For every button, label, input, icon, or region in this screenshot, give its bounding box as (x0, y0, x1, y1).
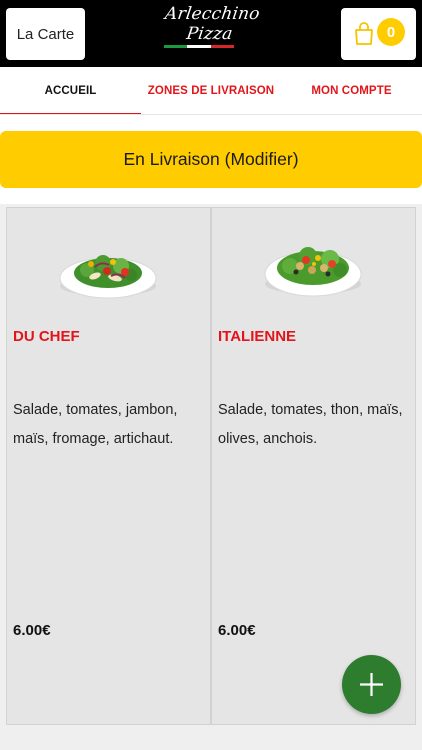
brand-logo: Arlecchino Pizza (150, 0, 272, 60)
tab-mon-compte[interactable]: MON COMPTE (281, 67, 422, 115)
salad-plate-icon (264, 247, 362, 297)
plus-icon (360, 673, 383, 696)
product-card[interactable]: DU CHEF Salade, tomates, jambon, maïs, f… (6, 207, 211, 725)
product-description: Salade, tomates, thon, maïs, olives, anc… (218, 402, 403, 447)
brand-logo-text: Arlecchino Pizza (163, 4, 262, 44)
product-price: 6.00€ (13, 622, 51, 639)
add-floating-button[interactable] (342, 655, 401, 714)
tabs-divider (0, 114, 422, 115)
main-tabs: ACCUEIL ZONES DE LIVRAISON MON COMPTE (0, 67, 422, 115)
product-price: 6.00€ (218, 622, 256, 639)
product-card[interactable]: ITALIENNE Salade, tomates, thon, maïs, o… (211, 207, 416, 725)
tab-zones-de-livraison[interactable]: ZONES DE LIVRAISON (141, 67, 281, 115)
product-description: Salade, tomates, jambon, maïs, fromage, … (13, 402, 178, 447)
salad-plate-icon (59, 255, 157, 299)
menu-carte-button[interactable]: La Carte (6, 8, 85, 60)
tab-accueil[interactable]: ACCUEIL (0, 67, 141, 115)
product-image (7, 226, 210, 302)
shopping-bag-icon (355, 22, 373, 45)
cart-count-badge: 0 (377, 18, 405, 46)
italian-flag-stripe (164, 45, 234, 48)
product-name: ITALIENNE (218, 328, 297, 345)
delivery-mode-button[interactable]: En Livraison (Modifier) (0, 131, 422, 188)
cart-button[interactable]: 0 (341, 8, 416, 60)
product-image (212, 226, 415, 302)
product-name: DU CHEF (13, 328, 80, 345)
app-header: La Carte Arlecchino Pizza 0 (0, 0, 422, 67)
